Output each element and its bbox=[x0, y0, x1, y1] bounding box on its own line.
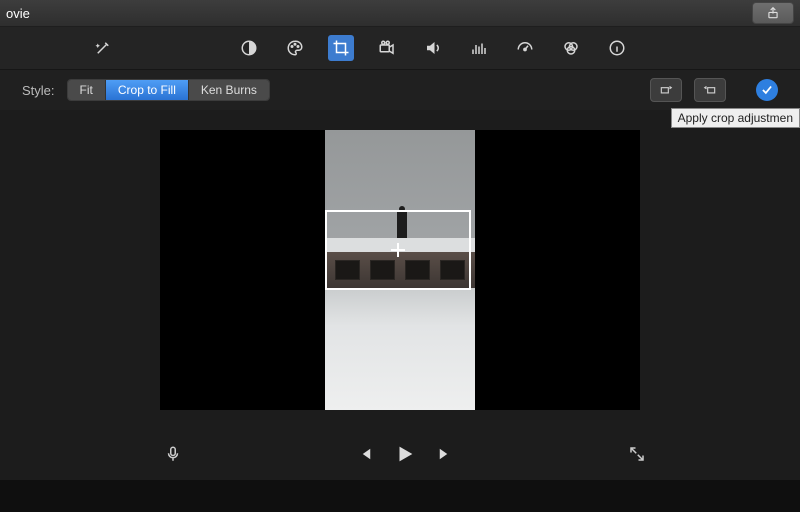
info-button[interactable] bbox=[604, 35, 630, 61]
style-fit[interactable]: Fit bbox=[68, 80, 106, 100]
palette-icon bbox=[286, 39, 304, 57]
next-frame-button[interactable] bbox=[436, 445, 454, 466]
rotate-cw-icon bbox=[702, 83, 718, 97]
prev-frame-button[interactable] bbox=[356, 445, 374, 466]
share-icon bbox=[766, 6, 780, 20]
share-button[interactable] bbox=[752, 2, 794, 24]
viewer bbox=[0, 110, 800, 430]
play-button[interactable] bbox=[394, 443, 416, 468]
crop-rectangle[interactable] bbox=[325, 210, 471, 290]
video-frame bbox=[325, 130, 475, 410]
play-icon bbox=[394, 443, 416, 465]
voiceover-button[interactable] bbox=[164, 445, 182, 466]
apply-crop-tooltip: Apply crop adjustmen bbox=[671, 108, 800, 128]
canvas[interactable] bbox=[160, 130, 640, 410]
app-title: ovie bbox=[6, 6, 30, 21]
crop-icon bbox=[332, 39, 350, 57]
skip-forward-icon bbox=[436, 445, 454, 463]
style-segmented: Fit Crop to Fill Ken Burns bbox=[67, 79, 270, 101]
crop-button[interactable] bbox=[328, 35, 354, 61]
checkmark-icon bbox=[760, 83, 774, 97]
crop-center-cross bbox=[391, 243, 405, 257]
expand-icon bbox=[628, 445, 646, 463]
rotate-ccw-icon bbox=[658, 83, 674, 97]
filters-button[interactable] bbox=[558, 35, 584, 61]
contrast-icon bbox=[240, 39, 258, 57]
style-label: Style: bbox=[22, 83, 55, 98]
speed-button[interactable] bbox=[512, 35, 538, 61]
volume-button[interactable] bbox=[420, 35, 446, 61]
style-crop-to-fill[interactable]: Crop to Fill bbox=[106, 80, 189, 100]
stabilize-button[interactable] bbox=[374, 35, 400, 61]
bottom-bar bbox=[0, 480, 800, 512]
apply-crop-button[interactable] bbox=[756, 79, 778, 101]
microphone-icon bbox=[164, 445, 182, 463]
titlebar: ovie bbox=[0, 0, 800, 27]
skip-back-icon bbox=[356, 445, 374, 463]
crop-style-bar: Style: Fit Crop to Fill Ken Burns Apply … bbox=[0, 70, 800, 110]
gauge-icon bbox=[516, 39, 534, 57]
equalizer-icon bbox=[470, 39, 488, 57]
magic-wand-icon bbox=[94, 39, 112, 57]
overlapping-circles-icon bbox=[562, 39, 580, 57]
rotate-cw-button[interactable] bbox=[694, 78, 726, 102]
magic-wand-button[interactable] bbox=[90, 35, 116, 61]
volume-icon bbox=[424, 39, 442, 57]
style-ken-burns[interactable]: Ken Burns bbox=[189, 80, 269, 100]
adjust-toolbar bbox=[0, 27, 800, 70]
color-palette-button[interactable] bbox=[282, 35, 308, 61]
video-camera-icon bbox=[378, 39, 396, 57]
info-icon bbox=[608, 39, 626, 57]
playback-controls bbox=[0, 430, 800, 480]
contrast-button[interactable] bbox=[236, 35, 262, 61]
fullscreen-button[interactable] bbox=[628, 445, 646, 466]
equalizer-button[interactable] bbox=[466, 35, 492, 61]
rotate-ccw-button[interactable] bbox=[650, 78, 682, 102]
